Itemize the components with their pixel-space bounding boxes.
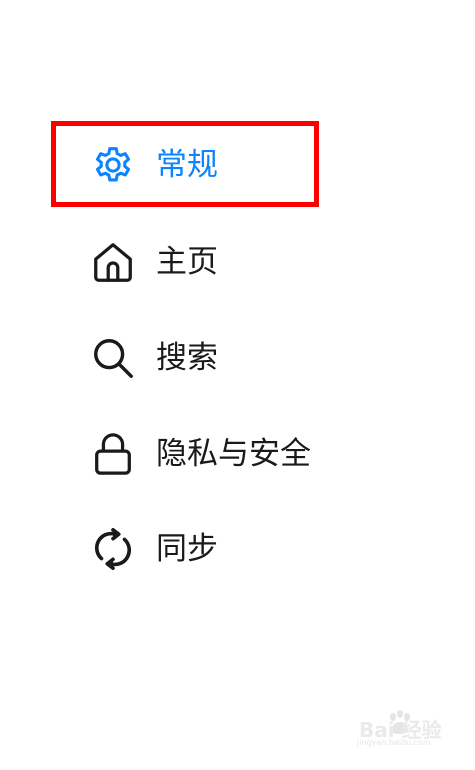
sync-icon [90, 526, 136, 572]
nav-item-sync[interactable]: 同步 [90, 524, 218, 574]
watermark-text: Bai 经验 [359, 718, 442, 742]
watermark-url: jingyan.baidu.com [357, 738, 431, 747]
gear-icon [90, 142, 136, 188]
search-icon [90, 335, 136, 381]
nav-item-label: 搜索 [156, 340, 218, 376]
nav-item-label: 隐私与安全 [156, 436, 311, 472]
settings-page: 常规 主页 搜索 隐私与安全 同步 Bai 经验 jingyan.baidu.c… [0, 0, 475, 770]
nav-item-home[interactable]: 主页 [90, 237, 218, 287]
nav-item-search[interactable]: 搜索 [90, 333, 218, 383]
nav-item-label: 常规 [156, 147, 218, 183]
nav-item-privacy-security[interactable]: 隐私与安全 [90, 429, 311, 479]
home-icon [90, 239, 136, 285]
paw-icon [390, 710, 410, 734]
nav-item-general[interactable]: 常规 [90, 140, 218, 190]
lock-icon [90, 431, 136, 477]
watermark: Bai 经验 jingyan.baidu.com [345, 708, 453, 752]
nav-item-label: 同步 [156, 531, 218, 567]
nav-item-label: 主页 [156, 244, 218, 280]
